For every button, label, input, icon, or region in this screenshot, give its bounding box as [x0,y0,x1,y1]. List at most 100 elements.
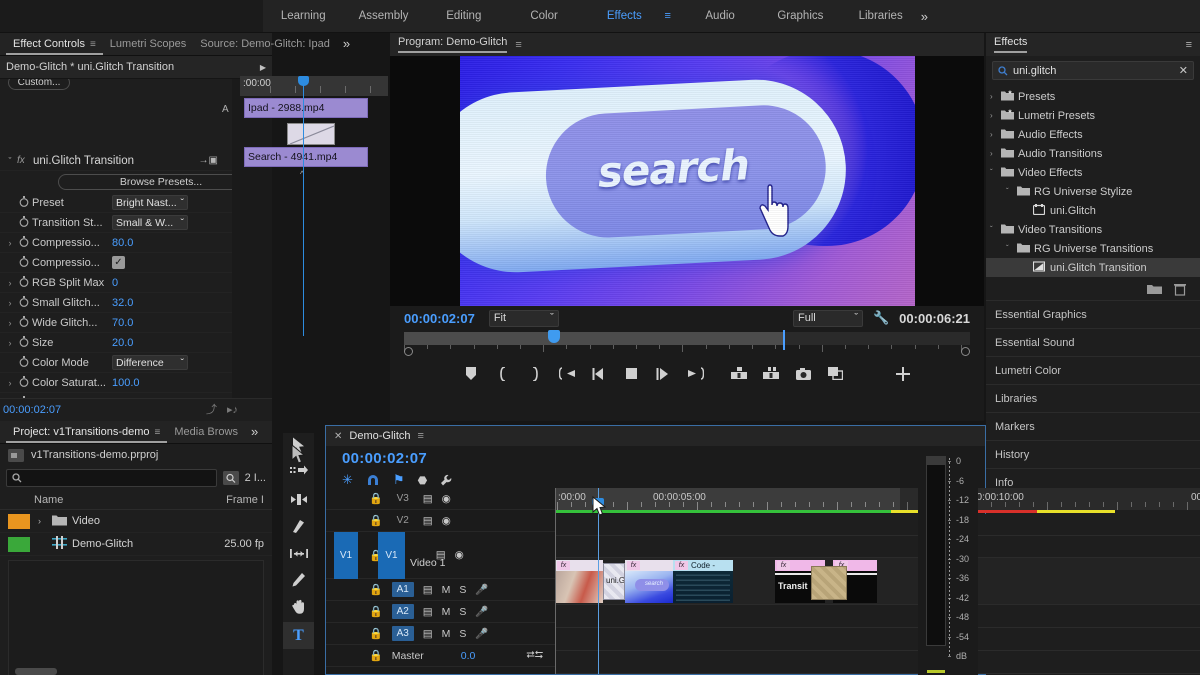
effects-tree-item[interactable]: ˇ RG Universe Stylize [986,182,1200,201]
lock-icon[interactable]: 🔒 [369,649,383,662]
stopwatch-icon[interactable] [16,375,32,390]
snap-in-timeline-icon[interactable]: ✳ [342,472,353,488]
effect-controls-timecode[interactable]: 00:00:02:07 ▸♪ ⤴ [0,398,272,421]
program-scrubbar[interactable] [404,330,970,358]
timeline-track-a3-row[interactable] [555,651,1200,674]
tree-expand-arrow[interactable]: ˇ [1006,187,1017,196]
timeline-clip[interactable]: uni.G [603,563,625,600]
effects-tree-item[interactable]: ˇ Video Transitions [986,220,1200,239]
project-item-expand-arrow[interactable]: › [38,516,52,526]
track-header-master[interactable]: 🔒 Master 0.0 ⮂⮀ [326,645,555,667]
param-expand-arrow[interactable]: › [4,378,16,388]
collapsed-panel-essential-graphics[interactable]: Essential Graphics [986,300,1200,328]
source-clip-ipad[interactable]: Ipad - 2988.mp4 [244,98,368,118]
master-level-value[interactable]: 0.0 [461,650,476,662]
add-marker-icon[interactable]: ⬣ [418,474,428,487]
effect-controls-ruler[interactable]: :00:00 [240,76,388,96]
track-v1-source-patch[interactable]: V1 [334,532,358,579]
eye-icon[interactable]: ◉ [455,549,464,561]
workspace-tab-color[interactable]: Color [504,0,584,33]
param-dropdown[interactable]: Difference ˇ [112,355,188,370]
project-empty-area[interactable] [8,560,264,675]
solo-button-a1[interactable]: S [459,584,466,596]
track-header-v1[interactable]: V1 🔒 V1 ▤ ◉ Video 1 [326,532,555,579]
step-forward-button[interactable] [654,367,672,383]
timeline-transition-overlay[interactable] [811,566,847,600]
project-search-input[interactable] [6,469,217,487]
effects-tree-item[interactable]: uni.Glitch [986,201,1200,220]
param-value[interactable]: 70.0 [112,317,133,329]
tree-expand-arrow[interactable]: › [990,149,1001,158]
sync-lock-icon[interactable]: ▤ [423,606,433,618]
collapsed-panel-lumetri-color[interactable]: Lumetri Color [986,356,1200,384]
param-value[interactable]: 100.0 [112,377,140,389]
sync-lock-icon[interactable]: ▤ [423,628,433,640]
stopwatch-icon[interactable] [16,355,32,370]
param-value[interactable]: 80.0 [112,237,133,249]
eye-icon[interactable]: ◉ [442,515,451,527]
timeline-render-bar-yellow-2[interactable] [1037,510,1115,513]
timeline-track-a1-row[interactable] [555,605,1200,628]
razor-tool[interactable] [283,514,314,541]
pan-icon[interactable]: ⮂⮀ [526,649,543,662]
param-expand-arrow[interactable]: › [4,238,16,248]
project-panel-menu-icon[interactable]: ≡ [155,427,161,438]
track-id-v3[interactable]: V3 [392,491,414,506]
find-icon[interactable] [222,471,239,485]
param-dropdown[interactable]: Small & W... ˇ [112,215,188,230]
column-header-name[interactable]: Name [0,494,90,506]
microphone-icon[interactable]: 🎤 [475,583,488,596]
stopwatch-icon[interactable] [16,235,32,250]
effects-tree-item[interactable]: › Audio Transitions [986,144,1200,163]
collapsed-panel-history[interactable]: History [986,440,1200,468]
workspace-tab-libraries[interactable]: Libraries [841,0,921,33]
param-value[interactable]: 0 [112,277,118,289]
timeline-render-bar-red[interactable] [971,510,1037,513]
tab-media-browser[interactable]: Media Brows [167,421,245,443]
go-to-in-button[interactable] [558,367,576,383]
type-tool[interactable]: T [283,622,314,649]
export-frame-button[interactable] [794,367,812,383]
track-header-a2[interactable]: 🔒 A2 ▤ M S 🎤 [326,601,555,623]
track-header-a1[interactable]: 🔒 A1 ▤ M S 🎤 [326,579,555,601]
delete-item-icon[interactable] [1174,283,1186,296]
transition-block[interactable] [287,123,335,145]
linked-selection-icon[interactable]: ⚑ [393,472,405,488]
collapsed-panel-essential-sound[interactable]: Essential Sound [986,328,1200,356]
new-custom-bin-icon[interactable] [1147,283,1162,295]
program-current-timecode[interactable]: 00:00:02:07 [404,311,475,326]
mark-out-button[interactable] [526,365,544,384]
effects-tree-item[interactable]: ˇ Video Effects [986,163,1200,182]
program-video-area[interactable]: search [390,56,984,306]
timeline-panel-menu-icon[interactable]: ≡ [418,430,424,442]
timeline-playhead-timecode[interactable]: 00:00:02:07 [342,450,427,467]
track-name-video-1[interactable]: Video 1 [410,557,445,569]
close-icon[interactable]: ✕ [334,431,342,442]
effect-toggle-icon[interactable]: →▣ [199,155,218,166]
column-header-frame-rate[interactable]: Frame I [226,494,264,506]
collapsed-panel-libraries[interactable]: Libraries [986,384,1200,412]
clear-search-icon[interactable]: ✕ [1179,64,1188,77]
comparison-view-button[interactable] [826,367,844,383]
stopwatch-icon[interactable] [16,195,32,210]
add-marker-button[interactable] [462,367,480,383]
timeline-sequence-name[interactable]: Demo-Glitch [349,430,410,442]
audio-meter-column[interactable] [926,456,946,646]
zoom-level-select[interactable]: Fit ˇ [488,309,559,327]
mute-button-a2[interactable]: M [442,606,451,618]
custom-setup-button[interactable]: Custom... [8,79,70,90]
param-value[interactable]: 20.0 [112,337,133,349]
track-header-v2[interactable]: 🔒 V2 ▤ ◉ [326,510,555,532]
sync-lock-icon[interactable]: ▤ [423,515,433,527]
track-id-v1[interactable]: V1 [378,532,405,579]
workspace-tab-graphics[interactable]: Graphics [760,0,840,33]
mute-button-a1[interactable]: M [442,584,451,596]
playback-resolution-select[interactable]: Full ˇ [792,309,863,327]
timeline-clip[interactable]: fx [555,560,603,603]
source-clip-search[interactable]: Search - 4941.mp4 [244,147,368,167]
effects-tree-item[interactable]: uni.Glitch Transition [986,258,1200,277]
tree-expand-arrow[interactable]: › [990,130,1001,139]
program-monitor-title[interactable]: Program: Demo-Glitch [398,36,508,53]
solo-button-a2[interactable]: S [459,606,466,618]
timeline-clip[interactable]: fx Code - [673,560,733,603]
